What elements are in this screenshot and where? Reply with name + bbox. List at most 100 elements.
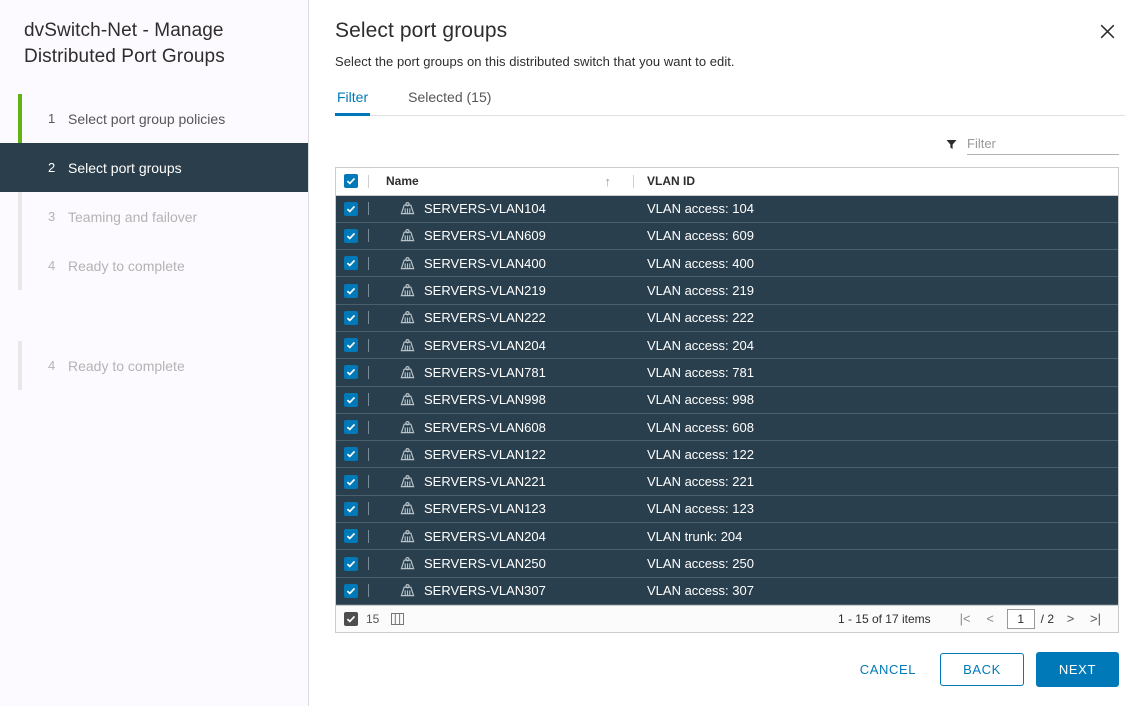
table-row[interactable]: SERVERS-VLAN781 VLAN access: 781 xyxy=(336,358,1118,387)
row-checkbox-cell[interactable] xyxy=(336,358,374,387)
column-divider xyxy=(368,311,369,325)
row-checkbox[interactable] xyxy=(344,583,358,598)
page-title: Select port groups xyxy=(335,19,508,42)
row-checkbox-cell[interactable] xyxy=(336,331,374,360)
select-all-checkbox[interactable] xyxy=(344,174,358,189)
table-row[interactable]: SERVERS-VLAN250 VLAN access: 250 xyxy=(336,549,1118,578)
funnel-icon[interactable] xyxy=(946,139,957,150)
column-header-vlan-id[interactable]: VLAN ID xyxy=(634,168,1118,196)
row-name-label: SERVERS-VLAN104 xyxy=(424,201,546,217)
column-header-vlan-id-label: VLAN ID xyxy=(647,174,695,189)
table-footer: 15 1 - 15 of 17 items |< < / 2 > >| xyxy=(336,604,1118,632)
row-checkbox[interactable] xyxy=(344,256,358,271)
sort-ascending-icon[interactable]: ↑ xyxy=(605,174,612,189)
table-row[interactable]: SERVERS-VLAN400 VLAN access: 400 xyxy=(336,249,1118,278)
row-name-cell: SERVERS-VLAN204 xyxy=(374,522,634,551)
row-checkbox-cell[interactable] xyxy=(336,522,374,551)
row-checkbox[interactable] xyxy=(344,365,358,380)
sidebar-step-1[interactable]: 1 Select port group policies xyxy=(0,94,308,143)
row-checkbox-cell[interactable] xyxy=(336,386,374,414)
row-checkbox[interactable] xyxy=(344,420,358,435)
row-vlan-label: VLAN access: 400 xyxy=(647,255,754,271)
table-row[interactable]: SERVERS-VLAN123 VLAN access: 123 xyxy=(336,495,1118,524)
page-number-input[interactable] xyxy=(1006,608,1035,629)
row-vlan-cell: VLAN access: 219 xyxy=(634,276,1118,305)
footer-select-all-checkbox[interactable] xyxy=(344,611,358,626)
table-row[interactable]: SERVERS-VLAN104 VLAN access: 104 xyxy=(336,195,1118,223)
row-vlan-label: VLAN access: 222 xyxy=(647,310,754,326)
cancel-button[interactable]: CANCEL xyxy=(848,653,928,686)
row-checkbox-cell[interactable] xyxy=(336,549,374,578)
row-checkbox-cell[interactable] xyxy=(336,495,374,524)
row-name-label: SERVERS-VLAN221 xyxy=(424,474,546,490)
row-checkbox[interactable] xyxy=(344,338,358,353)
row-checkbox[interactable] xyxy=(344,474,358,489)
row-checkbox[interactable] xyxy=(344,310,358,325)
table-row[interactable]: SERVERS-VLAN122 VLAN access: 122 xyxy=(336,440,1118,469)
row-checkbox-cell[interactable] xyxy=(336,276,374,305)
table-row[interactable]: SERVERS-VLAN998 VLAN access: 998 xyxy=(336,386,1118,414)
sidebar-step-3[interactable]: 3 Teaming and failover xyxy=(0,192,308,241)
first-page-button[interactable]: |< xyxy=(953,608,978,630)
step-label: Select port groups xyxy=(68,159,182,176)
row-vlan-cell: VLAN trunk: 204 xyxy=(634,522,1118,551)
row-name-cell: SERVERS-VLAN204 xyxy=(374,331,634,360)
row-checkbox-cell[interactable] xyxy=(336,577,374,605)
column-header-name[interactable]: Name ↑ xyxy=(374,168,634,196)
row-vlan-cell: VLAN access: 221 xyxy=(634,467,1118,496)
table-row[interactable]: SERVERS-VLAN307 VLAN access: 307 xyxy=(336,577,1118,605)
previous-page-button[interactable]: < xyxy=(978,608,1003,630)
sidebar-step-4[interactable]: 4 Ready to complete xyxy=(0,241,308,290)
table-row[interactable]: SERVERS-VLAN204 VLAN access: 204 xyxy=(336,331,1118,360)
page-subtitle: Select the port groups on this distribut… xyxy=(335,54,735,69)
filter-row xyxy=(309,130,1135,158)
close-icon[interactable] xyxy=(1094,18,1120,44)
row-checkbox-cell[interactable] xyxy=(336,304,374,332)
row-checkbox-cell[interactable] xyxy=(336,467,374,496)
columns-icon[interactable] xyxy=(391,612,405,625)
row-checkbox[interactable] xyxy=(344,529,358,544)
row-checkbox[interactable] xyxy=(344,556,358,571)
table-row[interactable]: SERVERS-VLAN609 VLAN access: 609 xyxy=(336,222,1118,251)
row-checkbox[interactable] xyxy=(344,447,358,462)
column-header-name-label: Name xyxy=(386,174,419,189)
row-vlan-cell: VLAN access: 250 xyxy=(634,549,1118,578)
row-checkbox[interactable] xyxy=(344,228,358,243)
table-row[interactable]: SERVERS-VLAN204 VLAN trunk: 204 xyxy=(336,522,1118,551)
port-group-icon xyxy=(400,311,415,324)
column-divider xyxy=(368,502,369,516)
table-row[interactable]: SERVERS-VLAN222 VLAN access: 222 xyxy=(336,304,1118,332)
sidebar-step-2[interactable]: 2 Select port groups xyxy=(0,143,308,192)
row-checkbox[interactable] xyxy=(344,501,358,516)
row-name-cell: SERVERS-VLAN609 xyxy=(374,222,634,251)
row-checkbox[interactable] xyxy=(344,201,358,216)
filter-input[interactable] xyxy=(967,133,1119,155)
step-number: 4 xyxy=(48,358,56,373)
step-number: 4 xyxy=(48,258,56,273)
row-name-cell: SERVERS-VLAN250 xyxy=(374,549,634,578)
wizard-main-panel: Select port groups Select the port group… xyxy=(309,0,1135,706)
row-checkbox-cell[interactable] xyxy=(336,413,374,442)
table-row[interactable]: SERVERS-VLAN608 VLAN access: 608 xyxy=(336,413,1118,442)
row-checkbox-cell[interactable] xyxy=(336,222,374,251)
row-name-cell: SERVERS-VLAN219 xyxy=(374,276,634,305)
row-checkbox-cell[interactable] xyxy=(336,249,374,278)
row-name-label: SERVERS-VLAN307 xyxy=(424,583,546,599)
row-checkbox-cell[interactable] xyxy=(336,195,374,223)
row-vlan-cell: VLAN access: 608 xyxy=(634,413,1118,442)
back-button[interactable]: BACK xyxy=(940,653,1024,686)
column-divider xyxy=(368,420,369,434)
tab-filter[interactable]: Filter xyxy=(335,85,371,116)
row-checkbox-cell[interactable] xyxy=(336,440,374,469)
step-number: 3 xyxy=(48,209,56,224)
next-button[interactable]: NEXT xyxy=(1035,652,1119,687)
row-checkbox[interactable] xyxy=(344,283,358,298)
last-page-button[interactable]: >| xyxy=(1083,608,1108,630)
next-page-button[interactable]: > xyxy=(1058,608,1083,630)
row-checkbox[interactable] xyxy=(344,392,358,407)
table-row[interactable]: SERVERS-VLAN219 VLAN access: 219 xyxy=(336,276,1118,305)
step-accent-bar xyxy=(18,341,22,390)
tab-selected[interactable]: Selected (15) xyxy=(406,85,493,116)
table-row[interactable]: SERVERS-VLAN221 VLAN access: 221 xyxy=(336,467,1118,496)
sidebar-step-ready-to-complete-secondary[interactable]: 4 Ready to complete xyxy=(0,341,308,390)
